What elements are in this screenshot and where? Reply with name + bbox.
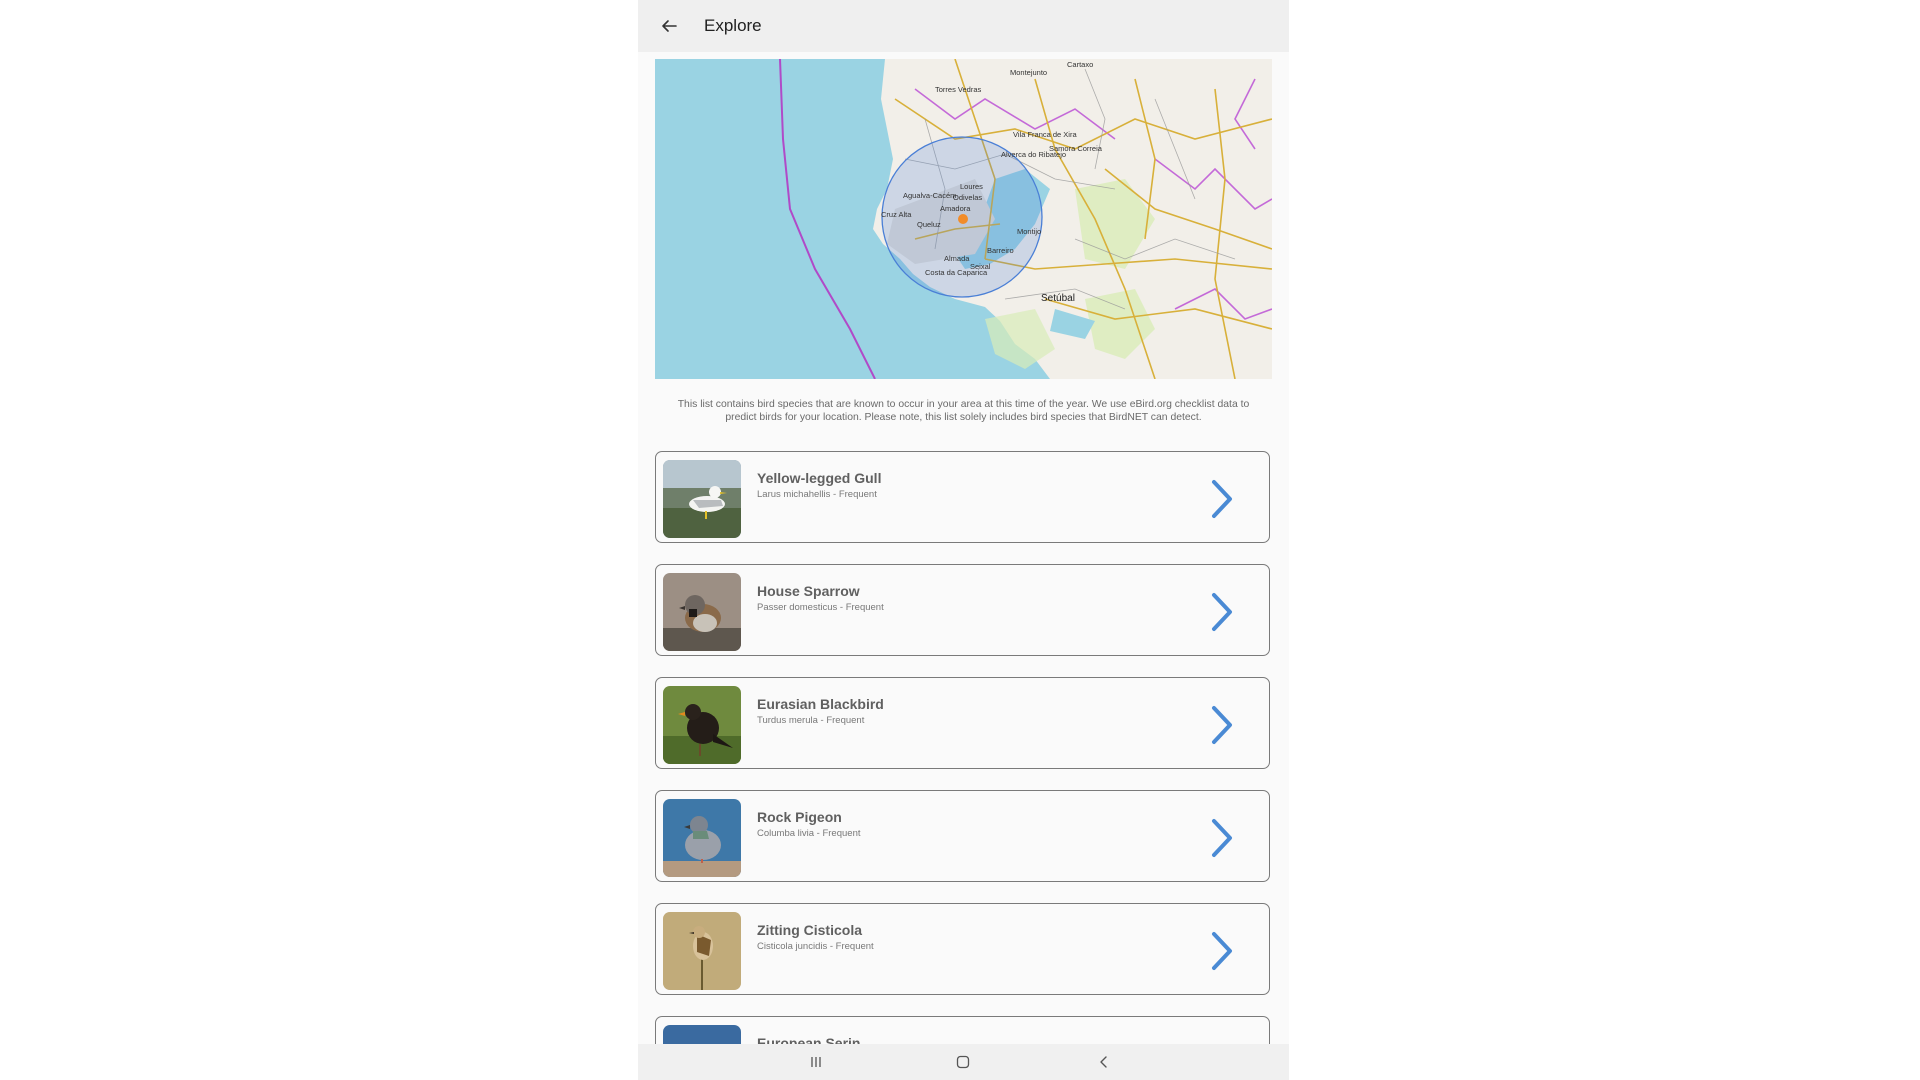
map-label: Agualva-Cacém (903, 191, 956, 200)
map-label: Cartaxo (1067, 60, 1093, 69)
species-subtitle: Passer domesticus - Frequent (757, 602, 884, 613)
gull-photo (663, 460, 741, 538)
species-subtitle: Larus michahellis - Frequent (757, 489, 877, 500)
species-name: Zitting Cisticola (757, 922, 862, 938)
nav-back-icon (1100, 1056, 1107, 1068)
recents-icon (811, 1057, 821, 1067)
home-button[interactable] (933, 1044, 993, 1080)
species-name: Yellow-legged Gull (757, 470, 882, 486)
species-subtitle: Cisticola juncidis - Frequent (757, 941, 874, 952)
species-subtitle: Columba livia - Frequent (757, 828, 861, 839)
pigeon-photo (663, 799, 741, 877)
species-name: Eurasian Blackbird (757, 696, 884, 712)
map-label: Montijo (1017, 227, 1041, 236)
species-card[interactable]: Rock Pigeon Columba livia - Frequent (655, 790, 1270, 882)
species-subtitle: Turdus merula - Frequent (757, 715, 865, 726)
map-label: Torres Vedras (935, 85, 982, 94)
page-title: Explore (704, 16, 762, 35)
cisticola-photo (663, 912, 741, 990)
back-button[interactable] (656, 13, 682, 39)
chevron-right-icon (1212, 932, 1232, 970)
species-card[interactable]: Zitting Cisticola Cisticola juncidis - F… (655, 903, 1270, 995)
map-label: Queluz (917, 220, 941, 229)
map-label: Alverca do Ribatejo (1001, 150, 1066, 159)
chevron-right-icon (1212, 480, 1232, 518)
chevron-right-icon (1212, 819, 1232, 857)
map-label: Setúbal (1041, 293, 1075, 304)
map-label: Odivelas (953, 193, 982, 202)
arrow-back-icon (662, 20, 677, 32)
species-name: Rock Pigeon (757, 809, 842, 825)
map-label: Almada (944, 254, 970, 263)
location-map[interactable]: Cartaxo Montejunto Torres Vedras Vila Fr… (655, 59, 1272, 379)
map-label: Seixal (970, 262, 991, 271)
map-label: Montejunto (1010, 68, 1047, 77)
species-card[interactable]: Eurasian Blackbird Turdus merula - Frequ… (655, 677, 1270, 769)
species-name: House Sparrow (757, 583, 860, 599)
description-text: This list contains bird species that are… (677, 399, 1250, 424)
chevron-right-icon (1212, 706, 1232, 744)
app-bar: Explore (638, 0, 1289, 52)
system-nav-bar (638, 1044, 1289, 1080)
map-label: Amadora (940, 204, 971, 213)
species-card[interactable]: Yellow-legged Gull Larus michahellis - F… (655, 451, 1270, 543)
map-label: Loures (960, 182, 983, 191)
species-card[interactable]: House Sparrow Passer domesticus - Freque… (655, 564, 1270, 656)
map-label: Cruz Alta (881, 210, 912, 219)
nav-back-button[interactable] (1074, 1044, 1134, 1080)
home-icon (956, 1055, 970, 1069)
app-screen: Explore Cartaxo Montejunto Torres Vedras… (638, 0, 1289, 1080)
map-label: Barreiro (987, 246, 1014, 255)
chevron-right-icon (1212, 593, 1232, 631)
recents-button[interactable] (786, 1044, 846, 1080)
map-label: Vila Franca de Xira (1013, 130, 1077, 139)
blackbird-photo (663, 686, 741, 764)
sparrow-photo (663, 573, 741, 651)
